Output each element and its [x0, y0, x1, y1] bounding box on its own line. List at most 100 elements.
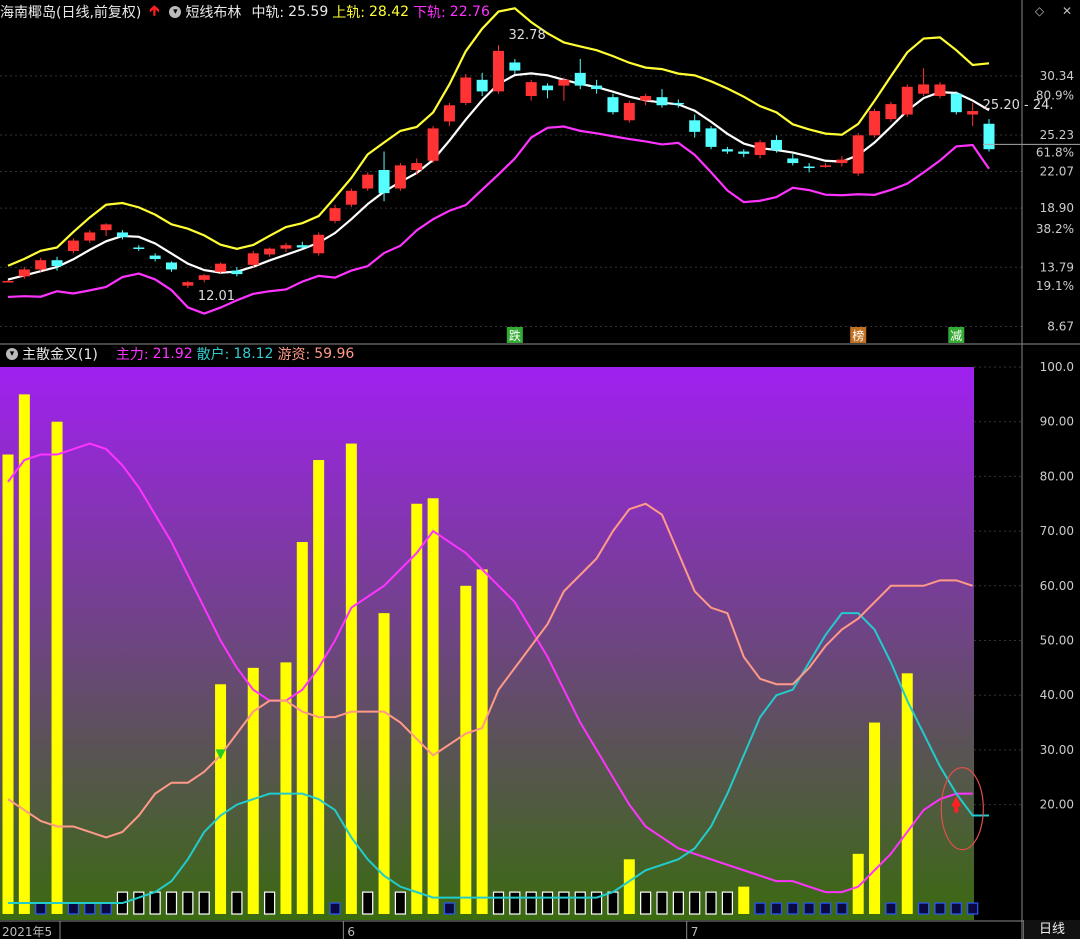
candle-body — [607, 97, 619, 113]
stock-title[interactable]: 海南椰岛(日线,前复权) — [0, 2, 141, 22]
candle-body — [934, 84, 946, 97]
candle-body — [2, 281, 14, 283]
close-icon[interactable]: ✕ — [1062, 4, 1072, 18]
volume-bar — [754, 902, 766, 915]
price-annotation: 25.20 - 24. — [983, 98, 1054, 113]
candle-body — [901, 86, 913, 115]
percent-tick-label: 19.1% — [1036, 279, 1074, 293]
candle-body — [133, 247, 145, 249]
candle-body — [231, 270, 243, 275]
volume-bar — [149, 891, 161, 915]
volume-bar — [819, 902, 832, 915]
volume-bar — [640, 891, 652, 915]
volume-bar — [329, 902, 341, 915]
candle-body — [313, 234, 325, 254]
volume-bar — [656, 891, 668, 915]
candle-body — [51, 260, 63, 266]
price-tick-label: 13.79 — [1040, 260, 1074, 274]
candle-body — [460, 77, 472, 103]
volume-bar — [247, 667, 259, 914]
price-tick-label: 22.07 — [1040, 165, 1074, 179]
candle-body — [493, 50, 504, 92]
x-tick-label: 7 — [691, 925, 699, 939]
candle-body — [264, 248, 276, 255]
candle-body — [738, 151, 750, 154]
indicator-tick-label: 70.00 — [1040, 524, 1074, 538]
candle-body — [67, 240, 79, 251]
volume-bar — [689, 891, 701, 915]
candle-body — [918, 84, 930, 94]
volume-bar — [738, 886, 750, 914]
indicator-tick-label: 20.00 — [1040, 798, 1074, 812]
indicator-tick-label: 50.00 — [1040, 634, 1074, 648]
volume-bar — [721, 891, 734, 915]
candle-body — [378, 170, 390, 194]
price-panel: 30.3425.2322.0718.9013.798.6780.9%61.8%3… — [0, 7, 1080, 343]
lower-band-label: 下轨: — [413, 5, 446, 21]
volume-bar — [362, 891, 374, 915]
upper-band-label: 上轨: — [332, 5, 365, 21]
indicator-tick-label: 40.00 — [1040, 688, 1074, 702]
diamond-icon[interactable]: ◇ — [1035, 4, 1044, 18]
candle-body — [182, 282, 194, 286]
volume-bar — [623, 859, 635, 914]
volume-bar — [705, 891, 717, 915]
candle-body — [623, 102, 635, 121]
candle-body — [852, 135, 864, 174]
indicator-menu-icon[interactable]: ▾ — [169, 6, 182, 18]
indicator-menu-icon-2[interactable]: ▾ — [6, 348, 18, 360]
volume-bar — [100, 902, 112, 915]
price-annotation: 32.78 — [509, 28, 546, 43]
period-label[interactable]: 日线 — [1023, 920, 1080, 939]
indicator-name-2[interactable]: 主散金叉(1) — [22, 344, 98, 364]
volume-bar — [967, 902, 979, 915]
hot-money-label: 游资: — [277, 347, 311, 363]
candle-body — [509, 62, 521, 71]
indicator-name[interactable]: 短线布林 — [185, 2, 241, 22]
price-tick-label: 25.23 — [1040, 128, 1074, 142]
volume-bar — [917, 902, 930, 915]
volume-bar — [558, 891, 570, 915]
volume-bar — [869, 722, 881, 914]
candle-body — [18, 269, 30, 277]
volume-bar — [411, 503, 423, 914]
candle-body — [329, 208, 341, 221]
volume-bar — [427, 498, 439, 914]
volume-bar — [787, 902, 799, 915]
price-tick-label: 30.34 — [1040, 69, 1074, 83]
retail-value: 18.12 — [233, 346, 274, 362]
volume-bar — [313, 459, 325, 914]
candle-body — [591, 85, 603, 90]
volume-bar — [885, 902, 897, 915]
candle-body — [166, 262, 177, 270]
volume-bar — [18, 394, 30, 915]
indicator-tick-label: 100.0 — [1040, 360, 1074, 374]
volume-bar — [476, 569, 488, 914]
retail-label: 散户: — [196, 347, 230, 363]
lower-band-line — [7, 125, 990, 315]
candle-body — [820, 165, 831, 167]
candle-body — [525, 82, 537, 97]
candle-body — [656, 97, 668, 106]
volume-bar — [84, 902, 96, 915]
candle-body — [950, 93, 962, 113]
volume-bar — [574, 891, 586, 915]
indicator-header: ▾ 主散金叉(1) 主力: 21.92 散户: 18.12 游资: 59.96 — [0, 343, 358, 365]
volume-bar — [672, 891, 684, 915]
percent-tick-label: 38.2% — [1036, 222, 1074, 236]
candle-body — [770, 139, 782, 151]
signal-marker: 减 — [950, 329, 962, 343]
volume-bar — [803, 902, 815, 915]
candle-body — [967, 111, 979, 115]
signal-marker: 榜 — [852, 328, 864, 343]
volume-bar — [51, 421, 63, 914]
candle-body — [640, 96, 652, 101]
candle-body — [836, 159, 848, 164]
candle-body — [198, 275, 210, 280]
x-tick-label: 2021年5 — [2, 925, 52, 939]
stock-chart[interactable]: 30.3425.2322.0718.9013.798.6780.9%61.8%3… — [0, 0, 1080, 939]
indicator-tick-label: 90.00 — [1040, 415, 1074, 429]
upper-band-value: 28.42 — [368, 4, 410, 20]
volume-bar — [541, 891, 554, 915]
hot-money-value: 59.96 — [314, 346, 355, 362]
